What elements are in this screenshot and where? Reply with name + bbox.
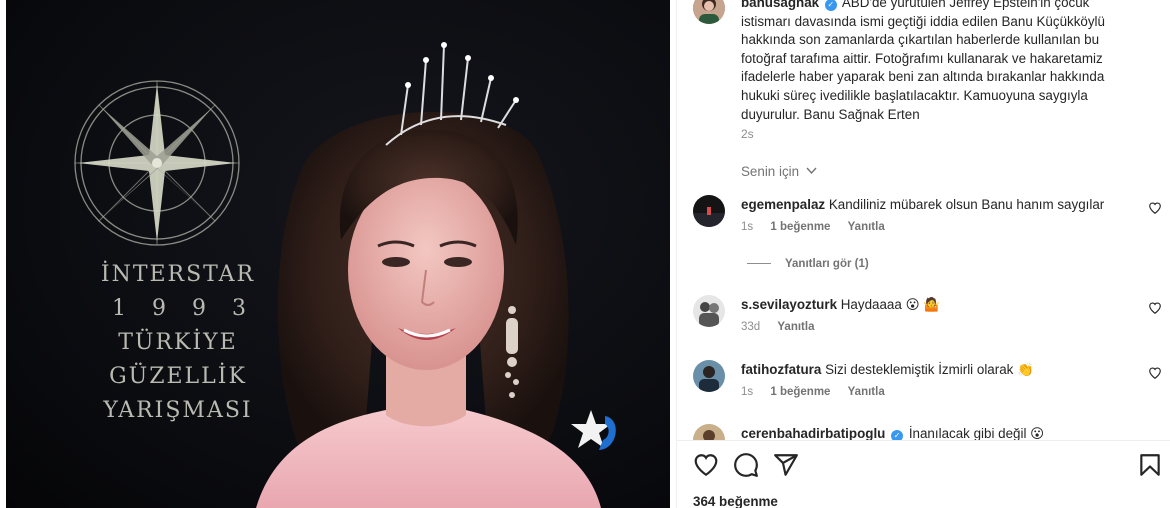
post-like-count[interactable]: 364 beğenme — [693, 494, 778, 508]
comment-emoji: 😮 — [1030, 426, 1045, 440]
post-photo: İNTERSTAR 1993 TÜRKİYE GÜZELLİK YARIŞMAS… — [6, 0, 670, 508]
commenter-username[interactable]: fatihozfatura — [741, 362, 821, 377]
comment-emoji: 👏 — [1017, 362, 1034, 377]
comment-like-heart-icon[interactable] — [1148, 301, 1162, 315]
avatar-image — [693, 0, 725, 24]
replies-divider-line — [747, 263, 771, 265]
tv-channel-logo — [571, 410, 616, 450]
actions-divider — [677, 440, 1170, 441]
post-caption: banusagnak ✓ ABD'de yürütülen Jeffrey Ep… — [741, 0, 1141, 124]
save-icon[interactable] — [1137, 452, 1163, 478]
heart-icon[interactable] — [693, 452, 719, 478]
comment-body: İnanılacak gibi değil — [908, 426, 1027, 440]
verified-icon: ✓ — [824, 0, 837, 11]
comment-text: fatihozfatura Sizi desteklemiştik İzmirl… — [741, 361, 1131, 379]
comment-like-count[interactable]: 1 beğenme — [770, 221, 830, 233]
comment-meta: 1s 1 beğenme Yanıtla — [741, 386, 899, 398]
portrait-figure — [256, 42, 601, 508]
comment-time[interactable]: 1s — [741, 386, 753, 398]
comment-meta: 1s 1 beğenme Yanıtla — [741, 221, 899, 233]
avatar-image — [693, 195, 725, 227]
translation-toggle[interactable]: Senin için — [741, 164, 817, 179]
commenter-username[interactable]: egemenpalaz — [741, 197, 825, 212]
comment-body: Kandiliniz mübarek olsun Banu hanım sayg… — [828, 197, 1105, 212]
avatar-image — [693, 424, 725, 440]
event-line-3: TÜRKİYE — [118, 330, 238, 355]
comment-meta: 33d Yanıtla — [741, 321, 828, 333]
chevron-down-icon — [803, 164, 817, 179]
share-icon[interactable] — [773, 452, 799, 478]
comment-like-count[interactable]: 1 beğenme — [770, 386, 830, 398]
comment-like-heart-icon[interactable] — [1148, 201, 1162, 215]
event-line-5: YARIŞMASI — [103, 398, 253, 423]
caption-text: ABD'de yürütülen Jeffrey Epstein'in çocu… — [741, 0, 1105, 122]
post-author-avatar[interactable] — [693, 0, 725, 24]
comment-text: cerenbahadirbatipoglu ✓ İnanılacak gibi … — [741, 425, 1131, 440]
commenter-avatar[interactable] — [693, 195, 725, 227]
comment-text: s.sevilayozturk Haydaaaa 😮 🤷 — [741, 296, 1131, 314]
comment-time[interactable]: 33d — [741, 321, 760, 333]
comment-time[interactable]: 1s — [741, 221, 753, 233]
comment-item: cerenbahadirbatipoglu ✓ İnanılacak gibi … — [693, 424, 1163, 440]
post-time[interactable]: 2s — [741, 127, 754, 141]
compass-rose-graphic — [74, 80, 240, 246]
comment-icon[interactable] — [733, 452, 759, 478]
reply-button[interactable]: Yanıtla — [848, 221, 885, 233]
reply-button[interactable]: Yanıtla — [777, 321, 814, 333]
avatar-image — [693, 360, 725, 392]
post-media[interactable]: İNTERSTAR 1993 TÜRKİYE GÜZELLİK YARIŞMAS… — [0, 0, 676, 508]
comment-emoji: 😮 🤷 — [905, 297, 940, 312]
event-line-4: GÜZELLİK — [109, 364, 247, 389]
verified-icon: ✓ — [891, 430, 904, 440]
comment-text: egemenpalaz Kandiliniz mübarek olsun Ban… — [741, 196, 1131, 214]
comment-body: Haydaaaa — [840, 297, 902, 312]
translation-label: Senin için — [741, 164, 800, 179]
reply-button[interactable]: Yanıtla — [848, 386, 885, 398]
comment-body: Sizi desteklemiştik İzmirli olarak — [825, 362, 1014, 377]
commenter-username[interactable]: cerenbahadirbatipoglu — [741, 426, 885, 440]
commenter-username[interactable]: s.sevilayozturk — [741, 297, 837, 312]
event-line-1: İNTERSTAR — [100, 262, 256, 287]
view-replies-link[interactable]: Yanıtları gör (1) — [747, 258, 869, 270]
commenter-avatar[interactable] — [693, 424, 725, 440]
event-title-text: İNTERSTAR 1993 TÜRKİYE GÜZELLİK YARIŞMAS… — [98, 258, 258, 428]
comment-like-heart-icon[interactable] — [1148, 366, 1162, 380]
commenter-avatar[interactable] — [693, 360, 725, 392]
post-action-bar — [693, 452, 1163, 482]
post-side-panel: banusagnak ✓ ABD'de yürütülen Jeffrey Ep… — [676, 0, 1170, 508]
avatar-image — [693, 295, 725, 327]
replies-label: Yanıtları gör (1) — [785, 258, 869, 270]
post-author-username[interactable]: banusagnak — [741, 0, 819, 10]
commenter-avatar[interactable] — [693, 295, 725, 327]
